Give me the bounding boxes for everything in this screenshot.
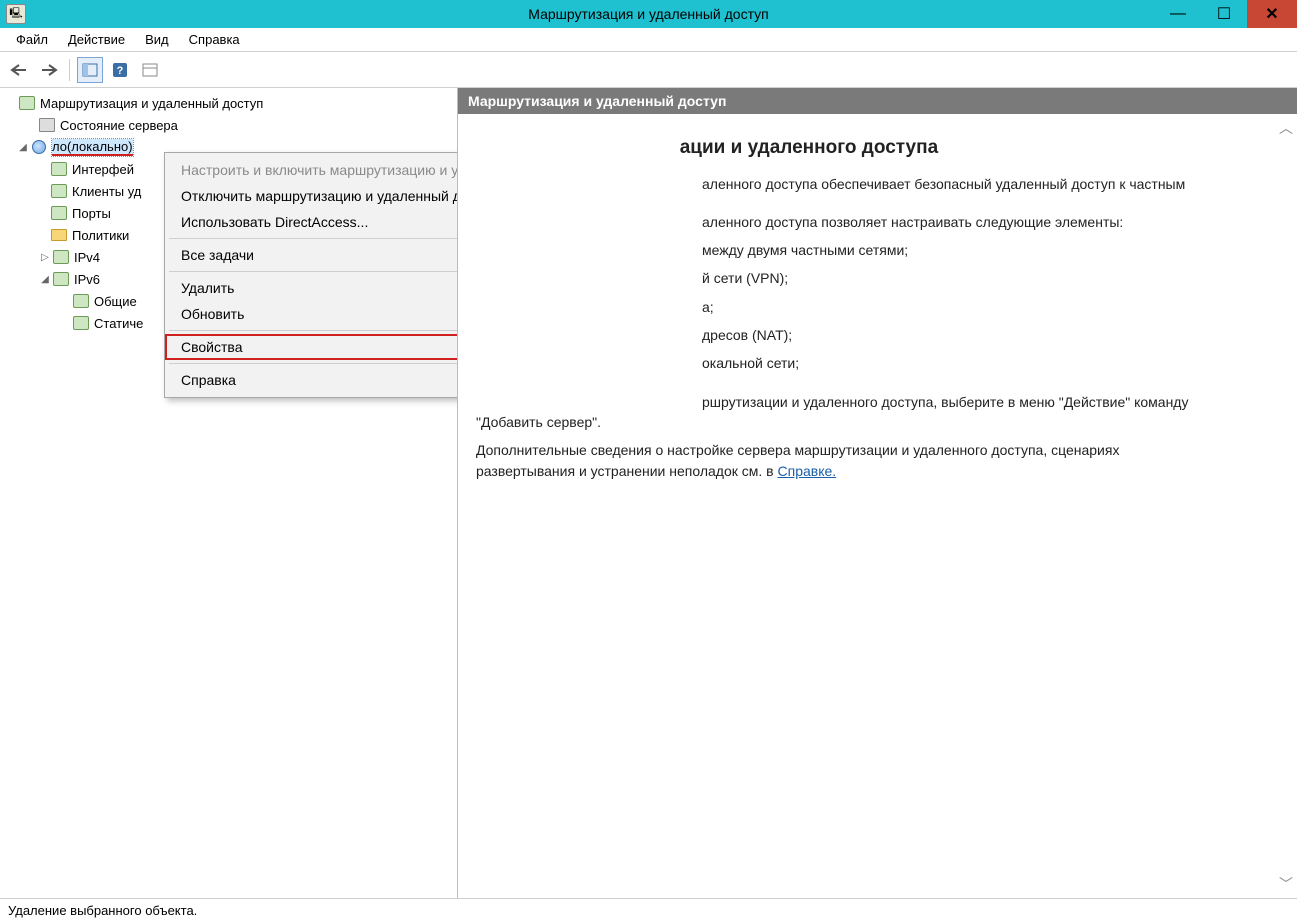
help-link[interactable]: Справке. [778,463,837,479]
content-p1: аленного доступа обеспечивает безопасный… [476,174,1279,194]
ports-icon [50,205,68,221]
status-text: Удаление выбранного объекта. [8,903,197,918]
cm-help[interactable]: Справка [165,367,458,393]
tree-root[interactable]: Маршрутизация и удаленный доступ [2,92,455,114]
cm-disable[interactable]: Отключить маршрутизацию и удаленный дост… [165,183,458,209]
scroll-up-icon[interactable]: ︿ [1279,118,1293,138]
back-button[interactable] [6,57,32,83]
content-b2: й сети (VPN); [476,268,1279,288]
collapse-icon: ◢ [16,142,30,153]
cm-configure: Настроить и включить маршрутизацию и уда… [165,157,458,183]
minimize-button[interactable]: — [1155,0,1201,28]
menu-file[interactable]: Файл [6,29,58,50]
ipv6-icon [52,271,70,287]
tree-server-status[interactable]: Состояние сервера [2,114,455,136]
folder-icon [50,227,68,243]
svg-text:?: ? [117,65,124,77]
separator [169,238,458,239]
forward-button[interactable] [36,57,62,83]
content-b4: дресов (NAT); [476,325,1279,345]
ipv4-icon [52,249,70,265]
titlebar: 🖳 Маршрутизация и удаленный доступ — ☐ ✕ [0,0,1297,28]
menubar: Файл Действие Вид Справка [0,28,1297,52]
common-icon [72,293,90,309]
content-p4: Дополнительные сведения о настройке серв… [476,440,1279,481]
content-b5: окальной сети; [476,353,1279,373]
cm-refresh[interactable]: Обновить [165,301,458,327]
show-hide-tree-button[interactable] [77,57,103,83]
toolbar: ? [0,52,1297,88]
tree-root-label: Маршрутизация и удаленный доступ [40,96,263,111]
content-header: Маршрутизация и удаленный доступ [458,88,1297,114]
cm-properties[interactable]: Свойства [165,334,458,360]
app-icon: 🖳 [6,4,26,24]
expand-icon: ▷ [38,252,52,263]
separator [169,363,458,364]
separator [169,330,458,331]
main-area: Маршрутизация и удаленный доступ Состоян… [0,88,1297,898]
interfaces-icon [50,161,68,177]
content-heading: Cации и удаленного доступа [476,134,1279,162]
separator [169,271,458,272]
tree-pane: Маршрутизация и удаленный доступ Состоян… [0,88,458,898]
maximize-button[interactable]: ☐ [1201,0,1247,28]
help-button[interactable]: ? [107,57,133,83]
window-controls: — ☐ ✕ [1155,0,1297,28]
properties-button[interactable] [137,57,163,83]
server-icon [18,95,36,111]
static-icon [72,315,90,331]
content-p3: ршрутизации и удаленного доступа, выбери… [476,392,1279,433]
collapse-icon: ◢ [38,274,52,285]
separator [69,59,70,81]
content-body: ︿ Cации и удаленного доступа аленного до… [458,114,1297,898]
cm-directaccess[interactable]: Использовать DirectAccess... [165,209,458,235]
window-title: Маршрутизация и удаленный доступ [0,6,1297,22]
cm-all-tasks[interactable]: Все задачи ▶ [165,242,458,268]
tree-local-label: ло(локально) [52,139,133,156]
server-status-icon [38,117,56,133]
statusbar: Удаление выбранного объекта. [0,898,1297,922]
scroll-down-icon[interactable]: ﹀ [1279,874,1293,894]
content-pane: Маршрутизация и удаленный доступ ︿ Cации… [458,88,1297,898]
cm-delete[interactable]: Удалить [165,275,458,301]
menu-help[interactable]: Справка [179,29,250,50]
content-b1: между двумя частными сетями; [476,240,1279,260]
menu-view[interactable]: Вид [135,29,179,50]
menu-action[interactable]: Действие [58,29,135,50]
context-menu: Настроить и включить маршрутизацию и уда… [164,152,458,398]
local-server-icon [30,139,48,155]
content-b3: а; [476,297,1279,317]
close-button[interactable]: ✕ [1247,0,1297,28]
content-p2: аленного доступа позволяет настраивать с… [476,212,1279,232]
clients-icon [50,183,68,199]
